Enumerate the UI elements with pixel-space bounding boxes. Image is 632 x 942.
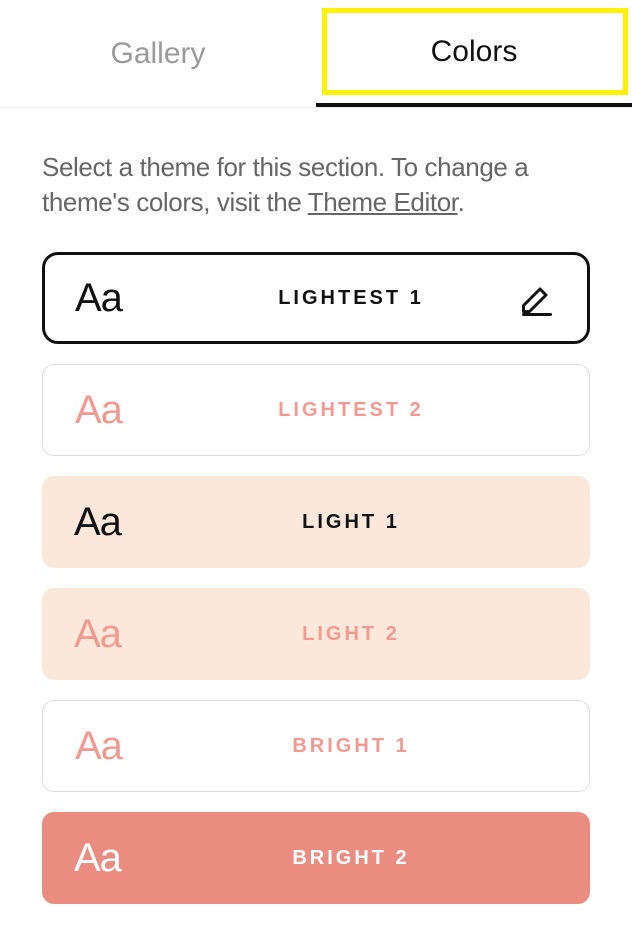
content-area: Select a theme for this section. To chan… xyxy=(0,108,632,904)
theme-list: AaLIGHTEST 1 AaLIGHTEST 2 AaLIGHT 1 AaLIGHT… xyxy=(42,252,590,904)
theme-card-3[interactable]: AaLIGHT 2 xyxy=(42,588,590,680)
theme-card-2[interactable]: AaLIGHT 1 xyxy=(42,476,590,568)
tab-colors[interactable]: Colors xyxy=(316,0,632,107)
theme-label: LIGHT 2 xyxy=(144,623,558,646)
theme-card-0[interactable]: AaLIGHTEST 1 xyxy=(42,252,590,344)
theme-card-4[interactable]: AaBRIGHT 1 xyxy=(42,700,590,792)
tab-gallery-label: Gallery xyxy=(110,37,205,71)
theme-label: LIGHT 1 xyxy=(144,511,558,534)
pencil-icon[interactable] xyxy=(519,280,555,316)
theme-editor-link[interactable]: Theme Editor xyxy=(308,187,458,217)
tabs-container: Gallery Colors xyxy=(0,0,632,108)
theme-label: LIGHTEST 1 xyxy=(145,287,557,310)
description-text: Select a theme for this section. To chan… xyxy=(42,150,590,220)
tab-gallery[interactable]: Gallery xyxy=(0,0,316,107)
theme-label: LIGHTEST 2 xyxy=(145,399,557,422)
tab-colors-label: Colors xyxy=(431,35,518,69)
theme-card-1[interactable]: AaLIGHTEST 2 xyxy=(42,364,590,456)
description-suffix: . xyxy=(458,187,465,217)
theme-card-5[interactable]: AaBRIGHT 2 xyxy=(42,812,590,904)
theme-label: BRIGHT 2 xyxy=(144,847,558,870)
theme-label: BRIGHT 1 xyxy=(145,735,557,758)
